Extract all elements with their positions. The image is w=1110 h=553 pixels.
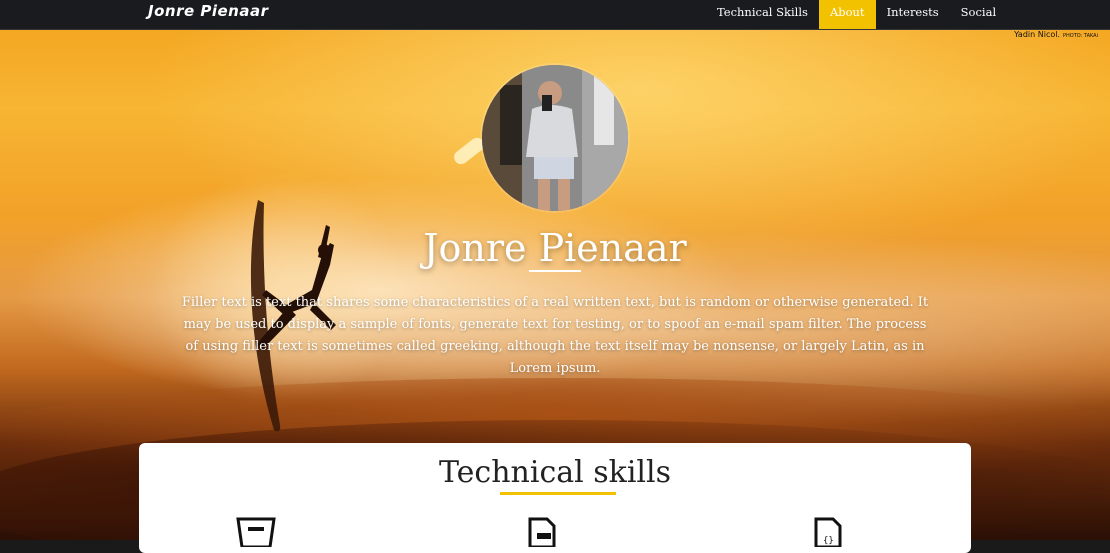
navbar: Jonre Pienaar Technical Skills About Int… (0, 0, 1110, 30)
hero-name: Jonre Pienaar (423, 226, 687, 270)
skills-card: Technical skills {} (139, 443, 971, 553)
nav-social[interactable]: Social (950, 0, 1007, 29)
skills-underline (500, 492, 616, 495)
photo-credit-note: PHOTO: TAKAi (1063, 33, 1098, 39)
nav-interests[interactable]: Interests (876, 0, 950, 29)
avatar-photo (482, 65, 628, 211)
hero-bio: Filler text is text that shares some cha… (181, 295, 929, 376)
nav-technical-skills[interactable]: Technical Skills (706, 0, 819, 29)
photo-credit: Yadin Nicol. PHOTO: TAKAi (1014, 30, 1098, 39)
svg-text:{}: {} (823, 536, 834, 546)
html5-icon (236, 517, 276, 547)
photo-credit-name: Yadin Nicol. (1014, 30, 1061, 39)
nav-about[interactable]: About (818, 0, 876, 29)
name-underline (529, 270, 581, 272)
brand-logo[interactable]: Jonre Pienaar (148, 2, 269, 20)
file-image-icon (528, 517, 556, 547)
nav-links: Technical Skills About Interests Social (706, 0, 1007, 29)
avatar (482, 65, 628, 211)
skills-title: Technical skills (438, 455, 672, 490)
file-code-icon: {} (814, 517, 842, 547)
